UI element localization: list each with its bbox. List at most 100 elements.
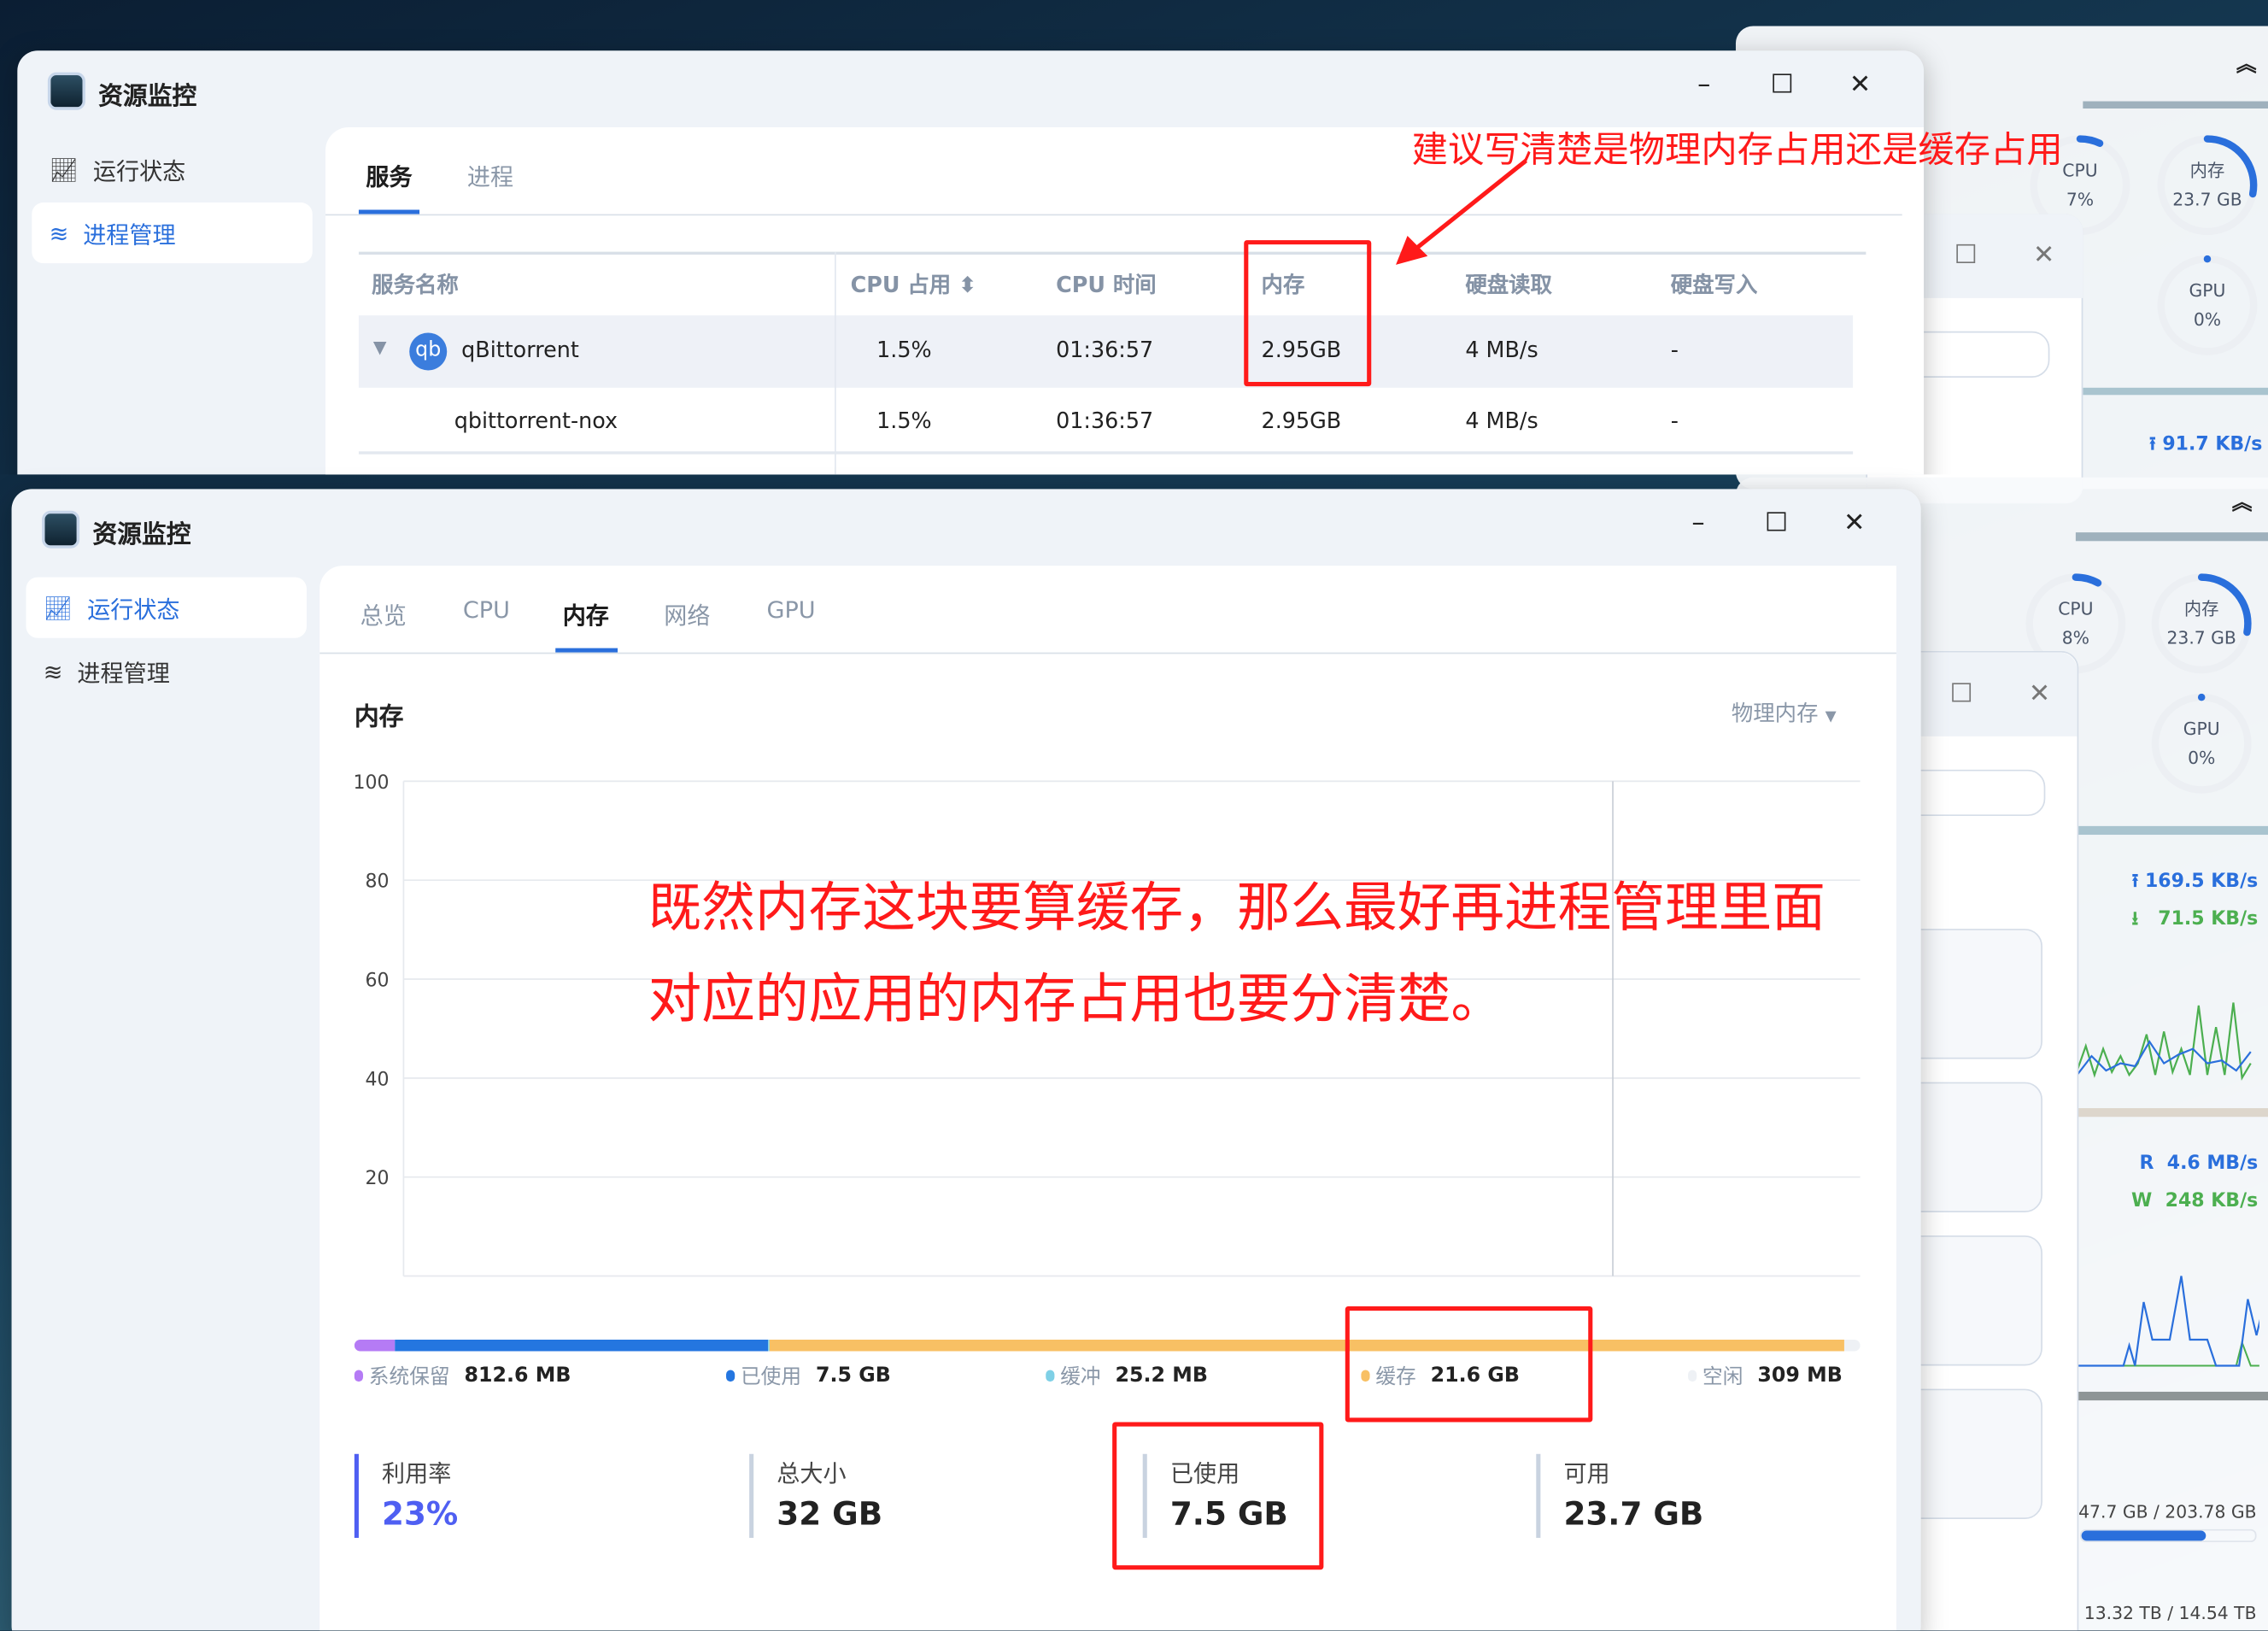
- sidebar-item-process[interactable]: ≋ 进程管理: [32, 202, 313, 264]
- y-tick-label: 100: [353, 772, 389, 794]
- memory-breakdown-bar: [354, 1339, 1861, 1352]
- sidebar-item-label: 运行状态: [87, 595, 180, 624]
- dropdown-value: 物理内存: [1731, 700, 1819, 727]
- memory-type-dropdown[interactable]: 物理内存 ▼: [1732, 697, 1837, 728]
- layers-icon: ≋: [43, 657, 63, 685]
- disk-read: 4 MB/s: [1465, 408, 1538, 434]
- breakdown-segment: [395, 1339, 769, 1352]
- annotation-text-line-1: 既然内存这块要算缓存，那么最好再进程管理里面: [648, 877, 1826, 939]
- chevron-down-icon: ▼: [1825, 708, 1837, 725]
- stat-total: 总大小 32 GB: [749, 1453, 883, 1538]
- sort-icon[interactable]: ⬍: [958, 272, 976, 297]
- label: 总大小: [777, 1459, 847, 1487]
- col-cpu-usage[interactable]: CPU 占用 ⬍: [851, 269, 977, 300]
- y-tick-label: 60: [365, 970, 389, 991]
- cpu-time: 01:36:57: [1056, 337, 1154, 364]
- value: 23.7 GB: [2166, 627, 2236, 648]
- table-row[interactable]: qbittorrent-nox 1.5% 01:36:57 2.95GB 4 M…: [358, 388, 1854, 455]
- sidebar-item-status[interactable]: 📈︎ 运行状态: [26, 577, 307, 638]
- app-title: 资源监控: [92, 520, 191, 550]
- value: 23.7 GB: [1563, 1497, 1704, 1534]
- tab-network[interactable]: 网络: [664, 596, 710, 631]
- value: 0%: [2188, 748, 2216, 769]
- breakdown-segment: [769, 1339, 1845, 1352]
- y-tick-label: 40: [365, 1069, 389, 1090]
- legend-dot: [1688, 1370, 1697, 1382]
- maximize-button[interactable]: ☐: [1761, 507, 1790, 538]
- label: CPU: [2058, 599, 2094, 619]
- col-service-name[interactable]: 服务名称: [372, 269, 459, 300]
- network-sparkline: [2077, 1002, 2252, 1081]
- annotation-box-memory-column: [1244, 240, 1372, 387]
- disk-write: -: [1670, 337, 1679, 364]
- value: 32 GB: [777, 1497, 883, 1534]
- layers-icon: ≋: [49, 219, 69, 247]
- y-tick-label: 80: [365, 871, 389, 893]
- chart-line-icon: 📈︎: [43, 594, 73, 622]
- stat-available: 可用 23.7 GB: [1536, 1453, 1704, 1538]
- sidebar-item-process[interactable]: ≋ 进程管理: [26, 641, 307, 701]
- legend-item: 已使用 7.5 GB: [726, 1361, 891, 1390]
- sidebar-item-label: 进程管理: [77, 660, 170, 688]
- content-panel: 总览 CPU 内存 网络 GPU 内存 物理内存 ▼ 100 80 60 40 20 系…: [319, 566, 1896, 1631]
- legend-value: 309 MB: [1757, 1364, 1843, 1388]
- col-cpu-time[interactable]: CPU 时间: [1056, 269, 1157, 300]
- app-title: 资源监控: [98, 82, 197, 112]
- close-button[interactable]: ✕: [1840, 507, 1869, 538]
- resource-monitor-window-bottom: 资源监控 – ☐ ✕ 📈︎ 运行状态 ≋ 进程管理 总览 CPU 内存 网络 GPU…: [11, 489, 1921, 1631]
- cpu-usage: 1.5%: [876, 337, 932, 364]
- legend-item: 缓冲 25.2 MB: [1046, 1361, 1208, 1390]
- sidebar-item-status[interactable]: 📈︎ 运行状态: [32, 139, 313, 200]
- label: 可用: [1563, 1459, 1610, 1487]
- storage-usage-1: 147.7 GB / 203.78 GB: [2067, 1501, 2257, 1522]
- breakdown-segment: [1844, 1339, 1861, 1352]
- cpu-gauge-text: CPU 8%: [2022, 595, 2129, 653]
- tab-memory[interactable]: 内存: [563, 596, 609, 631]
- expand-caret-icon[interactable]: ▼: [373, 337, 387, 358]
- storage-bar-1: [2079, 1528, 2257, 1543]
- sidebar-item-label: 进程管理: [83, 221, 176, 249]
- annotation-text-line-2: 对应的应用的内存占用也要分清楚。: [648, 967, 1505, 1030]
- tab-cpu[interactable]: CPU: [463, 596, 510, 624]
- disk-read: 4 MB/s: [1465, 337, 1538, 364]
- disk-write: -: [1670, 408, 1679, 434]
- col-label: CPU 占用: [850, 272, 952, 298]
- label: 内存: [2183, 599, 2219, 619]
- collapse-icon[interactable]: ︽: [2232, 488, 2253, 517]
- annotation-box-used: [1112, 1422, 1324, 1570]
- table-top-border: [358, 251, 1867, 255]
- tab-services[interactable]: 服务: [366, 158, 412, 193]
- tab-processes[interactable]: 进程: [467, 158, 513, 193]
- upload-value: 169.5 KB/s: [2144, 871, 2259, 893]
- legend-item: 空闲 309 MB: [1688, 1361, 1843, 1390]
- table-row[interactable]: ▼ qb qBittorrent 1.5% 01:36:57 2.95GB 4 …: [358, 315, 1854, 388]
- upload-speed: ⭱ 169.5 KB/s: [2132, 868, 2259, 900]
- service-name: qBittorrent: [461, 337, 579, 364]
- disk-read-speed: R 4.6 MB/s: [2139, 1153, 2259, 1175]
- content-panel: 服务 进程 服务名称 CPU 占用 ⬍ CPU 时间 内存 硬盘读取 硬盘写入 …: [325, 127, 1925, 475]
- upload-icon: ⭱: [2131, 871, 2145, 893]
- legend-label: 空闲: [1702, 1365, 1743, 1389]
- stat-utilization: 利用率 23%: [354, 1453, 458, 1538]
- maximize-button[interactable]: ☐: [1767, 69, 1796, 100]
- tab-gpu[interactable]: GPU: [766, 596, 815, 624]
- gpu-gauge-text: GPU 0%: [2148, 714, 2255, 772]
- minimize-button[interactable]: –: [1690, 69, 1719, 100]
- download-value: 71.5 KB/s: [2158, 908, 2259, 930]
- breakdown-segment: [354, 1339, 396, 1352]
- annotation-text-top: 建议写清楚是物理内存占用还是缓存占用: [1411, 128, 2063, 171]
- value: 8%: [2061, 627, 2089, 648]
- sidebar-item-label: 运行状态: [92, 157, 186, 185]
- minimize-button[interactable]: –: [1684, 507, 1713, 538]
- legend-value: 7.5 GB: [816, 1364, 891, 1388]
- disk-write-speed: W 248 KB/s: [2131, 1190, 2259, 1212]
- label: 利用率: [382, 1459, 452, 1487]
- close-button[interactable]: ✕: [1846, 69, 1875, 100]
- cpu-time: 01:36:57: [1056, 408, 1154, 434]
- col-disk-write[interactable]: 硬盘写入: [1671, 269, 1758, 300]
- close-button[interactable]: ✕: [2025, 678, 2054, 709]
- legend-value: 25.2 MB: [1115, 1364, 1208, 1388]
- service-name: qbittorrent-nox: [454, 408, 618, 434]
- tab-overview[interactable]: 总览: [360, 596, 407, 631]
- maximize-button[interactable]: ☐: [1947, 678, 1976, 709]
